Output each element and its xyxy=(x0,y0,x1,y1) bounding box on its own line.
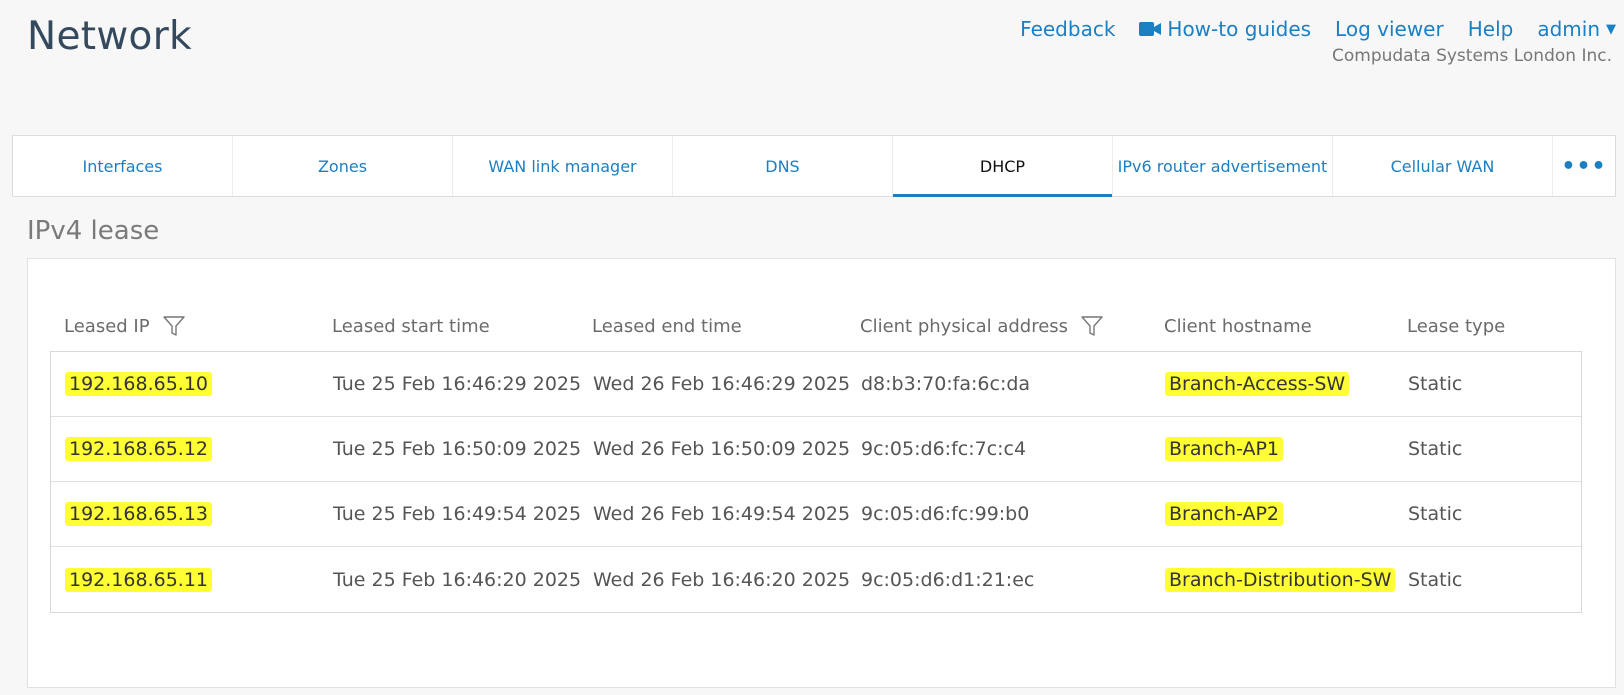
header-label: Client hostname xyxy=(1164,315,1312,337)
cell-ip: 192.168.65.12 xyxy=(51,437,319,461)
cell-start: Tue 25 Feb 16:46:20 2025 xyxy=(333,568,582,591)
tab-zones[interactable]: Zones xyxy=(233,136,453,196)
cell-start: Tue 25 Feb 16:50:09 2025 xyxy=(333,438,582,460)
feedback-link[interactable]: Feedback xyxy=(1020,17,1115,41)
header-leased-end: Leased end time xyxy=(578,316,846,337)
filter-icon[interactable] xyxy=(1080,314,1104,338)
cell-mac: 9c:05:d6:fc:99:b0 xyxy=(861,503,1030,525)
network-tabs: Interfaces Zones WAN link manager DNS DH… xyxy=(12,135,1616,197)
admin-menu[interactable]: admin ▼ xyxy=(1537,17,1616,41)
filter-icon[interactable] xyxy=(162,314,186,338)
cell-mac: d8:b3:70:fa:6c:da xyxy=(861,373,1031,395)
tab-dhcp[interactable]: DHCP xyxy=(893,136,1113,197)
cell-hostname: Branch-AP1 xyxy=(1151,437,1394,461)
howto-guides-label: How-to guides xyxy=(1167,17,1312,41)
cell-end: Wed 26 Feb 16:50:09 2025 xyxy=(593,438,851,460)
lease-table: 192.168.65.10 Tue 25 Feb 16:46:29 2025 W… xyxy=(50,351,1582,613)
tab-dns[interactable]: DNS xyxy=(673,136,893,196)
section-title: IPv4 lease xyxy=(27,216,160,246)
table-row[interactable]: 192.168.65.11 Tue 25 Feb 16:46:20 2025 W… xyxy=(51,547,1581,612)
header-label: Leased end time xyxy=(592,315,742,337)
more-horizontal-icon[interactable]: ••• xyxy=(1553,136,1615,196)
header-client-hostname: Client hostname xyxy=(1150,316,1393,337)
cell-type: Static xyxy=(1408,373,1463,395)
cell-type: Static xyxy=(1408,568,1463,591)
tab-cellular-wan[interactable]: Cellular WAN xyxy=(1333,136,1553,196)
log-viewer-link[interactable]: Log viewer xyxy=(1335,17,1444,41)
cell-hostname: Branch-Distribution-SW xyxy=(1151,567,1396,592)
cell-hostname: Branch-AP2 xyxy=(1151,502,1394,526)
cell-end: Wed 26 Feb 16:49:54 2025 xyxy=(593,503,851,525)
cell-mac: 9c:05:d6:fc:7c:c4 xyxy=(861,438,1027,460)
cell-start: Tue 25 Feb 16:49:54 2025 xyxy=(333,503,582,525)
header-label: Leased start time xyxy=(332,315,490,337)
page-title: Network xyxy=(27,14,192,59)
hostname-value: Branch-AP1 xyxy=(1165,437,1284,461)
leased-ip-value: 192.168.65.13 xyxy=(65,502,213,526)
table-header: Leased IP Leased start time Leased end t… xyxy=(50,311,1590,341)
organization-name: Compudata Systems London Inc. xyxy=(1331,46,1612,66)
tab-wan-link-manager[interactable]: WAN link manager xyxy=(453,136,673,196)
video-camera-icon xyxy=(1139,22,1162,36)
cell-hostname: Branch-Access-SW xyxy=(1151,372,1394,396)
table-row[interactable]: 192.168.65.10 Tue 25 Feb 16:46:29 2025 W… xyxy=(51,352,1581,417)
hostname-value: Branch-Access-SW xyxy=(1165,372,1350,396)
howto-guides-link[interactable]: How-to guides xyxy=(1139,17,1311,41)
leased-ip-value: 192.168.65.12 xyxy=(65,437,213,461)
header-lease-type: Lease type xyxy=(1393,316,1573,337)
cell-end: Wed 26 Feb 16:46:29 2025 xyxy=(593,373,851,395)
leased-ip-value: 192.168.65.10 xyxy=(65,372,213,396)
hostname-value: Branch-Distribution-SW xyxy=(1165,567,1396,592)
cell-type: Static xyxy=(1408,438,1463,460)
admin-label: admin xyxy=(1537,17,1600,41)
header-leased-start: Leased start time xyxy=(318,316,578,337)
table-row[interactable]: 192.168.65.13 Tue 25 Feb 16:49:54 2025 W… xyxy=(51,482,1581,547)
cell-ip: 192.168.65.13 xyxy=(51,502,319,526)
lease-panel: Leased IP Leased start time Leased end t… xyxy=(27,258,1616,688)
leased-ip-value: 192.168.65.11 xyxy=(65,567,213,592)
tab-interfaces[interactable]: Interfaces xyxy=(13,136,233,196)
header-leased-ip: Leased IP xyxy=(50,314,318,338)
header-label: Lease type xyxy=(1407,315,1506,337)
tab-ipv6-router-advertisement[interactable]: IPv6 router advertisement xyxy=(1113,136,1333,196)
cell-mac: 9c:05:d6:d1:21:ec xyxy=(861,568,1035,591)
cell-end: Wed 26 Feb 16:46:20 2025 xyxy=(593,568,851,591)
cell-type: Static xyxy=(1408,503,1463,525)
cell-ip: 192.168.65.10 xyxy=(51,372,319,396)
caret-down-icon: ▼ xyxy=(1606,21,1616,37)
table-row[interactable]: 192.168.65.12 Tue 25 Feb 16:50:09 2025 W… xyxy=(51,417,1581,482)
help-link[interactable]: Help xyxy=(1468,17,1514,41)
header-client-mac: Client physical address xyxy=(846,314,1150,338)
header-label: Client physical address xyxy=(860,315,1069,337)
header-label: Leased IP xyxy=(64,315,150,337)
top-links: Feedback How-to guides Log viewer Help a… xyxy=(996,17,1616,41)
cell-start: Tue 25 Feb 16:46:29 2025 xyxy=(333,373,582,395)
cell-ip: 192.168.65.11 xyxy=(51,567,319,592)
hostname-value: Branch-AP2 xyxy=(1165,502,1284,526)
